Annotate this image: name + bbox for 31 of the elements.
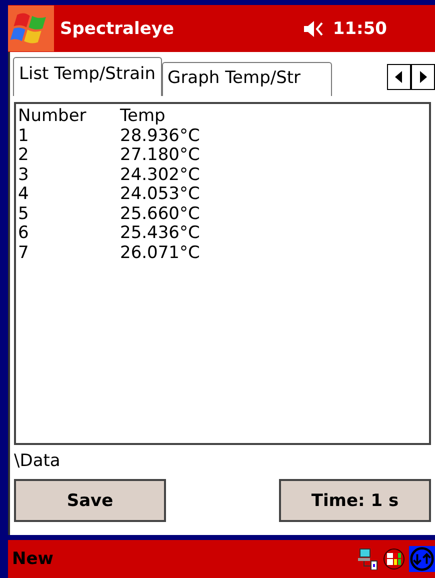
table-cell-text: 7 (18, 244, 30, 263)
table-cell: 25.660°C (120, 204, 200, 224)
windows-flag-icon[interactable] (8, 5, 54, 52)
save-button[interactable]: Save (14, 479, 166, 522)
table-cell: 28.936°C (120, 126, 200, 146)
window-title: Spectraleye (60, 18, 175, 38)
scroll-left-button[interactable] (387, 64, 411, 90)
table-cell-text: 3 (18, 166, 30, 185)
table-cell: 27.180°C (120, 146, 200, 166)
table-cell: 24.053°C (120, 185, 200, 204)
table-cell: 25.436°C (120, 224, 200, 244)
right-triangle-icon (419, 70, 427, 82)
table-cell: 24.302°C (120, 166, 200, 185)
table-cell-text: 6 (18, 224, 30, 244)
tab[interactable]: Graph Temp/Str (162, 62, 332, 96)
network-icon[interactable] (357, 548, 379, 570)
app-grid-icon[interactable] (383, 548, 405, 570)
time-button[interactable]: Time: 1 s (279, 479, 431, 522)
scroll-right-button[interactable] (411, 64, 435, 90)
clock[interactable]: 11:50 (332, 18, 387, 38)
column-header: Temp (120, 107, 166, 126)
folder-path: \Data (13, 450, 62, 473)
table-cell-text: 4 (18, 185, 30, 204)
table-cell-text: 2 (18, 146, 30, 166)
table-cell-text: 5 (18, 204, 30, 224)
speaker-icon[interactable] (302, 20, 325, 38)
tab[interactable]: List Temp/Strain (13, 57, 162, 96)
left-triangle-icon (395, 70, 403, 82)
table-cell-text: 1 (18, 126, 30, 146)
column-header: Number (18, 107, 88, 126)
table-cell: 26.071°C (120, 244, 200, 263)
